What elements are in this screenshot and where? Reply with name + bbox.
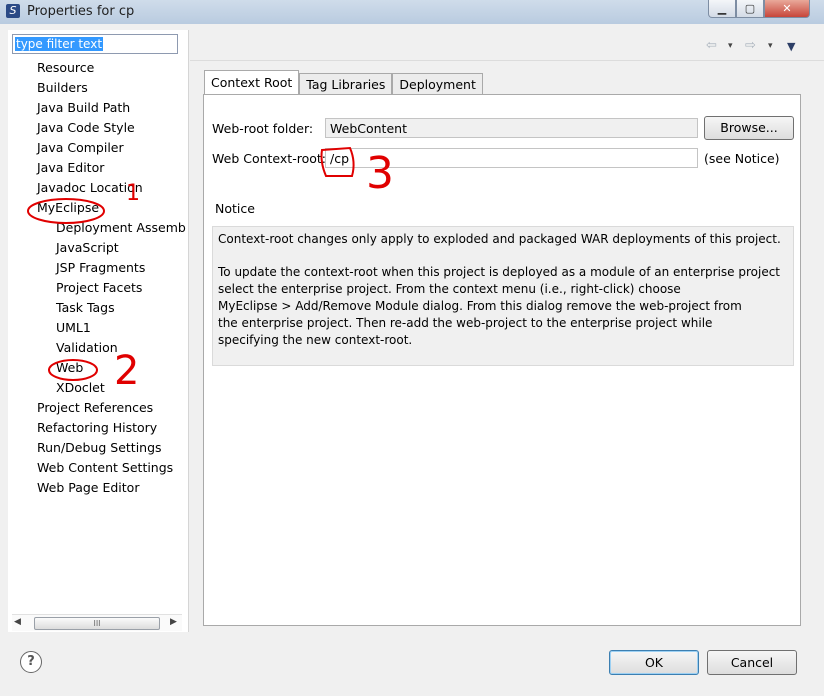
forward-arrow-icon[interactable]: ⇨ — [745, 38, 756, 53]
scroll-right-icon[interactable]: ▶ — [170, 617, 177, 627]
notice-paragraph-2: To update the context-root when this pro… — [218, 264, 788, 349]
tree-item[interactable]: Task Tags — [56, 299, 115, 317]
webroot-folder-field[interactable]: WebContent — [325, 118, 698, 138]
tree-item[interactable]: Web Content Settings — [37, 459, 173, 477]
tree-item[interactable]: Java Code Style — [37, 119, 135, 137]
maximize-icon[interactable]: ▢ — [736, 0, 764, 18]
filter-input[interactable]: type filter text — [12, 34, 178, 54]
property-page-tree-panel: type filter text Resource Builders Java Bu… — [8, 30, 189, 632]
notice-heading: Notice — [215, 201, 255, 216]
property-page: ⇦ ▾ ⇨ ▾ ▼ Context Root Tag Libraries Dep… — [190, 30, 824, 632]
separator — [190, 60, 824, 61]
tab-context-root[interactable]: Context Root — [204, 70, 300, 95]
back-arrow-icon[interactable]: ⇦ — [706, 38, 717, 53]
notice-line: MyEclipse > Add/Remove Module dialog. Fr… — [218, 299, 742, 313]
help-icon[interactable]: ? — [20, 651, 42, 673]
context-root-field[interactable]: /cp — [325, 148, 698, 168]
notice-line: specifying the new context-root. — [218, 333, 413, 347]
ok-button[interactable]: OK — [609, 650, 699, 675]
tree-item[interactable]: XDoclet — [56, 379, 105, 397]
notice-text-area: Context-root changes only apply to explo… — [212, 226, 794, 366]
scroll-left-icon[interactable]: ◀ — [14, 617, 21, 627]
tree-item[interactable]: Javadoc Location — [37, 179, 143, 197]
myeclipse-app-icon: S — [6, 4, 20, 18]
tree-item[interactable]: Web — [56, 359, 83, 377]
tree-item[interactable]: UML1 — [56, 319, 91, 337]
minimize-icon[interactable]: ▁ — [708, 0, 736, 18]
filter-input-text: type filter text — [15, 37, 104, 51]
tree-item[interactable]: Project References — [37, 399, 153, 417]
forward-dropdown-icon[interactable]: ▾ — [768, 41, 773, 51]
tree-item[interactable]: JSP Fragments — [56, 259, 145, 277]
tree-item[interactable]: Builders — [37, 79, 88, 97]
context-root-tab-content: Web-root folder: WebContent Browse... We… — [203, 94, 801, 626]
context-root-label: Web Context-root: — [212, 151, 326, 166]
tree-item[interactable]: Web Page Editor — [37, 479, 139, 497]
view-menu-icon[interactable]: ▼ — [787, 40, 795, 53]
notice-line: the enterprise project. Then re-add the … — [218, 316, 713, 330]
browse-button[interactable]: Browse... — [704, 116, 794, 140]
tree-item[interactable]: JavaScript — [56, 239, 119, 257]
notice-line: select the enterprise project. From the … — [218, 282, 681, 296]
window-title: Properties for cp — [27, 4, 135, 19]
tree-item[interactable]: Run/Debug Settings — [37, 439, 162, 457]
tree-item[interactable]: Java Compiler — [37, 139, 124, 157]
notice-paragraph-1: Context-root changes only apply to explo… — [218, 232, 781, 246]
tab-tag-libraries[interactable]: Tag Libraries — [299, 73, 393, 95]
webroot-folder-label: Web-root folder: — [212, 121, 314, 136]
tree-item[interactable]: Resource — [37, 59, 94, 77]
notice-line: To update the context-root when this pro… — [218, 265, 781, 279]
property-page-tree: Resource Builders Java Build Path Java Code… — [8, 59, 186, 619]
tab-strip: Context Root Tag Libraries Deployment — [204, 70, 483, 95]
title-bar: S Properties for cp ▁ ▢ ✕ — [0, 0, 824, 24]
properties-dialog: S Properties for cp ▁ ▢ ✕ type filter te… — [0, 0, 824, 696]
tree-horizontal-scrollbar[interactable]: ◀ III ▶ — [12, 614, 182, 631]
close-icon[interactable]: ✕ — [764, 0, 810, 18]
tree-item[interactable]: Java Editor — [37, 159, 104, 177]
cancel-button[interactable]: Cancel — [707, 650, 797, 675]
back-dropdown-icon[interactable]: ▾ — [728, 41, 733, 51]
tree-item[interactable]: Java Build Path — [37, 99, 130, 117]
tree-item[interactable]: Refactoring History — [37, 419, 157, 437]
page-navigation-bar: ⇦ ▾ ⇨ ▾ ▼ — [190, 30, 824, 60]
scrollbar-thumb[interactable]: III — [34, 617, 160, 630]
tree-item[interactable]: Project Facets — [56, 279, 142, 297]
tree-item[interactable]: MyEclipse — [37, 199, 99, 217]
tree-item[interactable]: Validation — [56, 339, 118, 357]
tab-deployment[interactable]: Deployment — [392, 73, 483, 95]
tree-item[interactable]: Deployment Assembly — [56, 219, 186, 237]
see-notice-label: (see Notice) — [704, 151, 780, 166]
